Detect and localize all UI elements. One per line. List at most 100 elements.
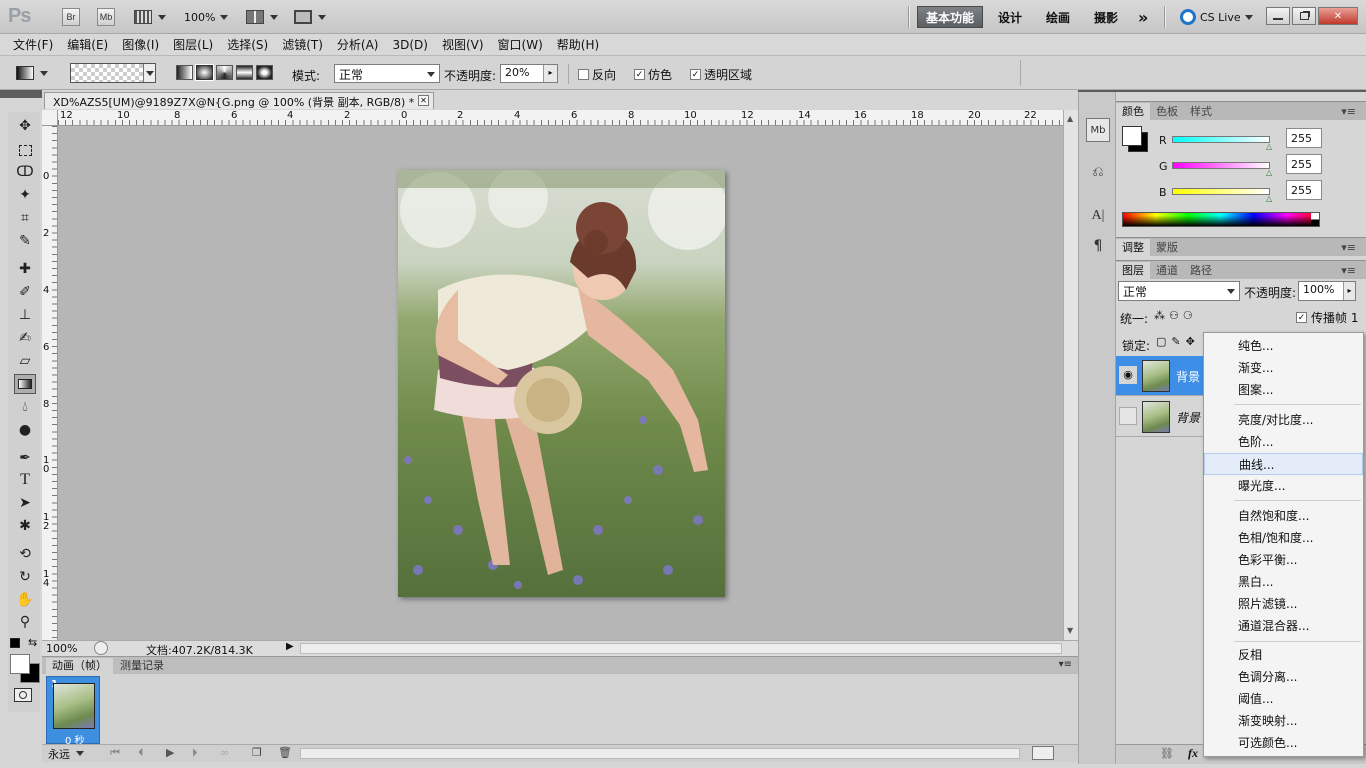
zoom-tool-icon[interactable]: ⚲ bbox=[14, 612, 36, 632]
vertical-scrollbar[interactable]: ▲ ▼ bbox=[1063, 110, 1078, 640]
layer-visibility-toggle[interactable] bbox=[1119, 407, 1137, 425]
clone-stamp-tool-icon[interactable]: ⊥ bbox=[14, 305, 36, 325]
scroll-up-icon[interactable]: ▲ bbox=[1067, 114, 1073, 123]
unify-buttons-icon[interactable]: ⁂⚇⚆ bbox=[1154, 309, 1197, 322]
restore-button[interactable] bbox=[1292, 7, 1316, 25]
tab-layers[interactable]: 图层 bbox=[1116, 262, 1150, 280]
panel-menu-icon[interactable]: ▾≡ bbox=[1059, 659, 1072, 670]
menu-item-curves[interactable]: 曲线... bbox=[1204, 453, 1363, 475]
menu-item-pattern[interactable]: 图案... bbox=[1204, 379, 1363, 401]
history-panel-icon[interactable]: ⎌ bbox=[1086, 160, 1110, 184]
status-menu-arrow-icon[interactable]: ▶ bbox=[286, 641, 294, 652]
menu-view[interactable]: 视图(V) bbox=[435, 36, 491, 53]
more-workspaces-button[interactable]: » bbox=[1130, 6, 1156, 28]
layer-name[interactable]: 背景 bbox=[1176, 409, 1200, 426]
next-frame-icon[interactable]: ⏵ bbox=[192, 746, 198, 760]
layer-visibility-eye-icon[interactable]: ◉ bbox=[1119, 366, 1137, 384]
pen-tool-icon[interactable]: ✒ bbox=[14, 448, 36, 468]
menu-item-threshold[interactable]: 阈值... bbox=[1204, 688, 1363, 710]
document-tab[interactable]: XD%AZS5[UM)@9189Z7X@N{G.png @ 100% (背景 副… bbox=[44, 92, 434, 109]
menu-layer[interactable]: 图层(L) bbox=[166, 36, 220, 53]
layer-opacity-input[interactable]: 100% ▸ bbox=[1298, 281, 1356, 301]
play-icon[interactable]: ▶ bbox=[166, 746, 174, 759]
quick-selection-tool-icon[interactable]: ✦ bbox=[14, 185, 36, 205]
layer-style-fx-icon[interactable]: fx bbox=[1188, 746, 1198, 761]
tab-adjustments[interactable]: 调整 bbox=[1116, 239, 1150, 257]
close-button[interactable]: ✕ bbox=[1318, 7, 1358, 25]
tab-swatches[interactable]: 色板 bbox=[1150, 103, 1184, 121]
vertical-ruler[interactable]: 0 2 4 6 8 1 0 1 2 1 4 bbox=[42, 126, 58, 640]
arrange-documents-menu[interactable] bbox=[246, 9, 280, 25]
convert-to-timeline-icon[interactable] bbox=[1032, 746, 1054, 760]
mini-bridge-panel-icon[interactable]: Mb bbox=[1086, 118, 1110, 142]
eyedropper-tool-icon[interactable]: ✎ bbox=[14, 231, 36, 251]
reverse-checkbox[interactable]: 反向 bbox=[578, 66, 616, 83]
character-panel-icon[interactable]: A| bbox=[1086, 204, 1110, 228]
loop-select[interactable]: 永远 bbox=[48, 746, 100, 761]
angle-gradient-button[interactable] bbox=[216, 65, 233, 80]
horizontal-scrollbar[interactable] bbox=[300, 643, 1062, 654]
ruler-origin[interactable] bbox=[42, 110, 58, 126]
minimize-button[interactable] bbox=[1266, 7, 1290, 25]
toolbox-header[interactable] bbox=[0, 90, 42, 98]
close-document-icon[interactable]: ✕ bbox=[418, 95, 429, 106]
foreground-color-chip[interactable] bbox=[1122, 126, 1142, 146]
document-image[interactable] bbox=[398, 170, 725, 597]
tab-masks[interactable]: 蒙版 bbox=[1150, 239, 1184, 257]
bridge-button[interactable]: Br bbox=[62, 8, 80, 26]
quick-mask-icon[interactable] bbox=[14, 688, 32, 702]
layer-row[interactable]: 背景 bbox=[1116, 397, 1206, 437]
menu-item-black-white[interactable]: 黑白... bbox=[1204, 571, 1363, 593]
duplicate-frame-icon[interactable]: ❐ bbox=[252, 746, 262, 759]
zoom-level-menu[interactable]: 100% bbox=[184, 10, 234, 24]
diamond-gradient-button[interactable] bbox=[256, 65, 273, 80]
lasso-tool-icon[interactable]: ↀ bbox=[14, 162, 36, 182]
paragraph-panel-icon[interactable]: ¶ bbox=[1086, 234, 1110, 258]
move-tool-icon[interactable]: ✥ bbox=[14, 116, 36, 136]
animation-scrollbar[interactable] bbox=[300, 748, 1020, 759]
3d-rotate-tool-icon[interactable]: ⟲ bbox=[14, 544, 36, 564]
menu-analysis[interactable]: 分析(A) bbox=[330, 36, 386, 53]
menu-file[interactable]: 文件(F) bbox=[6, 36, 60, 53]
red-slider-thumb[interactable]: △ bbox=[1266, 142, 1272, 151]
workspace-painting[interactable]: 绘画 bbox=[1038, 6, 1078, 28]
green-input[interactable]: 255 bbox=[1286, 154, 1322, 174]
red-slider[interactable] bbox=[1172, 136, 1270, 143]
workspace-essentials[interactable]: 基本功能 bbox=[917, 6, 984, 28]
type-tool-icon[interactable]: T bbox=[14, 470, 36, 490]
tool-preset-picker[interactable] bbox=[16, 64, 56, 82]
linear-gradient-button[interactable] bbox=[176, 65, 193, 80]
3d-orbit-tool-icon[interactable]: ↻ bbox=[14, 567, 36, 587]
menu-item-levels[interactable]: 色阶... bbox=[1204, 431, 1363, 453]
blue-slider[interactable] bbox=[1172, 188, 1270, 195]
dodge-tool-icon[interactable]: ● bbox=[14, 420, 36, 440]
color-spectrum-bar[interactable] bbox=[1122, 212, 1320, 227]
menu-item-posterize[interactable]: 色调分离... bbox=[1204, 666, 1363, 688]
screen-mode-menu[interactable] bbox=[294, 9, 328, 25]
mini-bridge-button[interactable]: Mb bbox=[97, 8, 115, 26]
tween-icon[interactable]: ∞ bbox=[220, 746, 229, 759]
panel-menu-icon[interactable]: ▾≡ bbox=[1335, 103, 1362, 121]
layer-row-selected[interactable]: ◉ 背景 bbox=[1116, 356, 1206, 396]
link-layers-icon[interactable]: ⛓ bbox=[1160, 747, 1174, 760]
crop-tool-icon[interactable]: ⌗ bbox=[14, 208, 36, 228]
eraser-tool-icon[interactable]: ▱ bbox=[14, 351, 36, 371]
gradient-tool-icon[interactable] bbox=[14, 374, 36, 394]
menu-3d[interactable]: 3D(D) bbox=[385, 38, 434, 52]
menu-item-gradient-map[interactable]: 渐变映射... bbox=[1204, 710, 1363, 732]
previous-frame-icon[interactable]: ⏴ bbox=[138, 746, 144, 760]
menu-item-exposure[interactable]: 曝光度... bbox=[1204, 475, 1363, 497]
transparency-checkbox[interactable]: ✓ 透明区域 bbox=[690, 66, 752, 83]
propagate-frame-checkbox[interactable]: ✓ 传播帧 1 bbox=[1296, 309, 1358, 326]
scroll-down-icon[interactable]: ▼ bbox=[1067, 626, 1073, 635]
blur-tool-icon[interactable]: 💧︎ bbox=[14, 397, 36, 417]
animation-frame[interactable]: 1 0 秒 bbox=[46, 676, 100, 747]
status-info-icon[interactable] bbox=[94, 641, 108, 655]
green-slider-thumb[interactable]: △ bbox=[1266, 168, 1272, 177]
menu-item-invert[interactable]: 反相 bbox=[1204, 644, 1363, 666]
cs-live-menu[interactable]: CS Live bbox=[1180, 9, 1253, 25]
healing-brush-tool-icon[interactable]: ✚ bbox=[14, 259, 36, 279]
menu-item-hue-saturation[interactable]: 色相/饱和度... bbox=[1204, 527, 1363, 549]
custom-shape-tool-icon[interactable]: ✱ bbox=[14, 516, 36, 536]
layer-name[interactable]: 背景 bbox=[1176, 368, 1200, 385]
